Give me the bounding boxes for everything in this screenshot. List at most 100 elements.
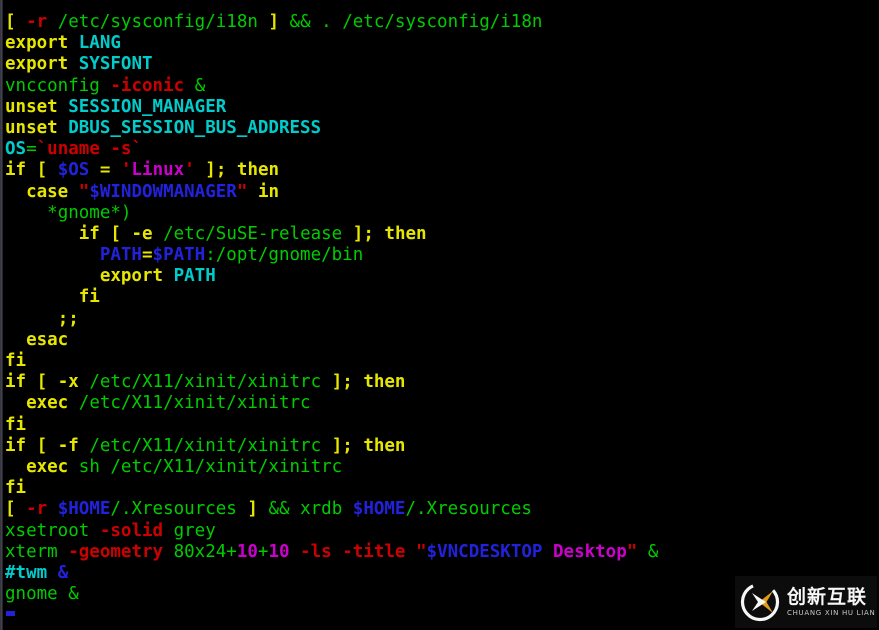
terminal-line: export PATH xyxy=(5,266,879,287)
terminal-span xyxy=(47,436,58,456)
terminal-span xyxy=(163,542,174,562)
terminal-span xyxy=(68,457,79,477)
terminal-span xyxy=(226,160,237,180)
terminal-span xyxy=(342,224,353,244)
terminal-line: fi xyxy=(5,478,879,499)
terminal-line: fi xyxy=(5,351,879,372)
terminal-span: & xyxy=(57,562,69,583)
terminal-span xyxy=(290,542,301,562)
terminal-span xyxy=(68,182,79,202)
terminal-span: ' xyxy=(120,160,132,181)
terminal-span: & xyxy=(68,584,79,605)
terminal-span: ;; xyxy=(57,308,79,329)
terminal-line: if [ -f /etc/X11/xinit/xinitrc ]; then xyxy=(5,436,879,457)
terminal-span: && xrdb xyxy=(268,499,353,520)
terminal-span: fi xyxy=(5,414,27,435)
terminal-span: [ xyxy=(5,12,16,32)
terminal-span xyxy=(353,372,364,392)
terminal-span: *gnome*) xyxy=(47,202,132,223)
terminal-span: vncconfig xyxy=(5,75,100,96)
terminal-span: = xyxy=(26,139,37,160)
terminal-span: /etc/X11/xinit/xinitrc xyxy=(89,435,322,456)
terminal-span xyxy=(258,499,269,519)
terminal-span: " xyxy=(236,181,248,202)
terminal-span xyxy=(58,542,69,562)
terminal-line: if [ -e /etc/SuSE-release ]; then xyxy=(5,224,879,245)
terminal-span: PATH xyxy=(99,245,142,266)
terminal-span xyxy=(26,160,37,180)
terminal-span xyxy=(405,542,416,562)
terminal-span: " xyxy=(416,541,427,562)
terminal-span: Desktop xyxy=(553,541,627,562)
terminal-line: export LANG xyxy=(5,33,879,54)
terminal-span: xterm xyxy=(5,541,58,562)
terminal-span: & xyxy=(194,75,206,96)
terminal-span: " xyxy=(626,541,638,562)
terminal-span: LANG xyxy=(78,33,121,54)
terminal-span: Linux xyxy=(131,160,185,181)
terminal-span xyxy=(5,287,79,307)
terminal-line: ;; xyxy=(5,309,879,330)
terminal-span: = xyxy=(99,160,111,181)
terminal-span xyxy=(184,76,195,96)
terminal-span: /etc/SuSE-release xyxy=(163,223,343,244)
terminal-span: grey xyxy=(173,520,216,541)
terminal-span: ]; xyxy=(331,435,353,456)
terminal-span: uname -s xyxy=(47,139,132,160)
terminal-span xyxy=(195,160,206,180)
terminal-span: ] xyxy=(247,499,258,520)
terminal-span: if xyxy=(5,372,27,393)
terminal-span: ]; xyxy=(331,372,353,393)
terminal-span: export xyxy=(99,266,164,287)
terminal-span: esac xyxy=(26,329,69,350)
terminal-span xyxy=(637,542,648,562)
terminal-span: unset xyxy=(5,117,58,138)
terminal-line: unset SESSION_MANAGER xyxy=(5,97,879,118)
terminal-span: $VNCDESKTOP xyxy=(426,541,543,562)
terminal-span xyxy=(121,224,132,244)
terminal-span xyxy=(542,542,553,562)
terminal-span: gnome xyxy=(5,584,58,605)
terminal-line: exec /etc/X11/xinit/xinitrc xyxy=(5,393,879,414)
terminal-span: 80x24+ xyxy=(173,541,237,562)
terminal-span xyxy=(279,12,290,32)
terminal-span xyxy=(68,393,79,413)
terminal-span: then xyxy=(363,372,406,393)
terminal-span: fi xyxy=(78,287,100,308)
terminal-span: -r xyxy=(26,499,48,520)
terminal-span: ]; xyxy=(205,160,227,181)
terminal-left-gutter[interactable] xyxy=(0,0,3,630)
terminal-span xyxy=(5,457,26,477)
terminal-span: then xyxy=(236,160,280,181)
terminal-span: -iconic xyxy=(110,75,185,96)
terminal-span: && . /etc/sysconfig/i18n xyxy=(289,12,543,32)
watermark-pinyin: CHUANG XIN HU LIAN xyxy=(787,608,876,617)
terminal-span: = xyxy=(141,245,153,266)
terminal-span xyxy=(79,372,90,392)
terminal-span xyxy=(89,160,100,180)
terminal-span: -solid xyxy=(99,520,164,541)
terminal-span: 10 xyxy=(236,541,258,562)
terminal-span: [ xyxy=(5,499,16,520)
terminal-span: #twm xyxy=(5,562,48,583)
terminal-cursor xyxy=(6,611,15,616)
terminal-span: /etc/sysconfig/i18n xyxy=(57,12,258,32)
terminal-span xyxy=(153,224,164,244)
terminal-span: 10 xyxy=(268,541,290,562)
terminal-span: unset xyxy=(5,96,58,117)
terminal-span: $HOME xyxy=(352,499,406,520)
terminal-span xyxy=(58,97,69,117)
terminal-line: export SYSFONT xyxy=(5,54,879,75)
terminal-span: /.Xresources xyxy=(405,499,532,520)
terminal-line: [ -r /etc/sysconfig/i18n ] && . /etc/sys… xyxy=(5,12,879,33)
terminal-span: [ xyxy=(36,372,48,393)
terminal-line: exec sh /etc/X11/xinit/xinitrc xyxy=(5,457,879,478)
terminal-span: $HOME xyxy=(57,499,111,520)
terminal-span: -ls xyxy=(300,541,332,562)
terminal-span xyxy=(321,372,332,392)
terminal-text-buffer[interactable]: [ -r /etc/sysconfig/i18n ] && . /etc/sys… xyxy=(5,12,879,630)
terminal-span xyxy=(100,224,111,244)
terminal-span xyxy=(47,12,58,32)
terminal-span xyxy=(89,521,100,541)
terminal-span xyxy=(163,521,174,541)
